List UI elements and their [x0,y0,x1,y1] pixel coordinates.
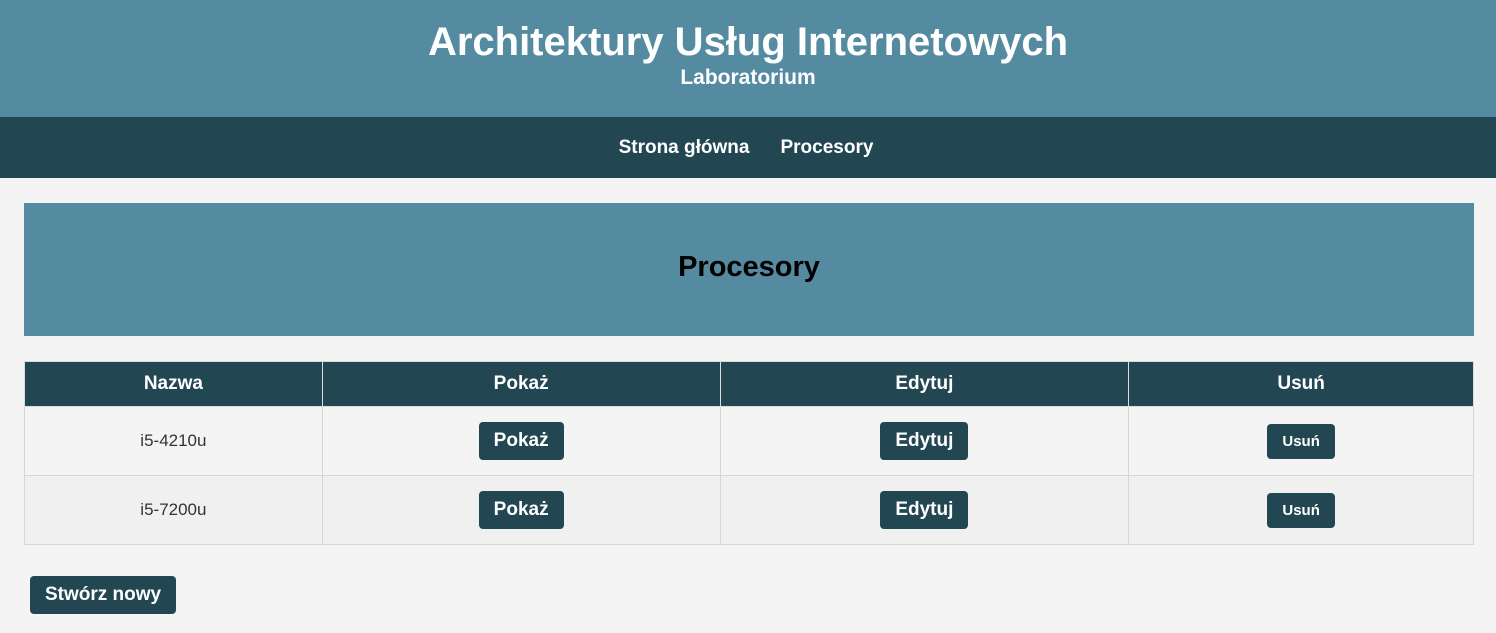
delete-cell: Usuń [1128,475,1474,545]
column-header-name: Nazwa [24,361,323,407]
site-header: Architektury Usług Internetowych Laborat… [0,0,1496,117]
edit-button[interactable]: Edytuj [880,491,969,529]
nav-link-processors[interactable]: Procesory [780,137,873,159]
processors-table: Nazwa Pokaż Edytuj Usuń i5-4210u Pokaż E… [24,361,1474,545]
edit-cell: Edytuj [719,406,1130,476]
page-title: Procesory [678,251,820,283]
show-cell: Pokaż [321,475,721,545]
nav-link-home[interactable]: Strona główna [619,137,750,159]
site-subtitle: Laboratorium [680,66,816,89]
table-row: i5-4210u Pokaż Edytuj Usuń [24,406,1474,476]
delete-button[interactable]: Usuń [1267,492,1335,528]
main-nav: Strona główna Procesory [0,117,1496,178]
show-cell: Pokaż [321,406,721,476]
table-row: i5-7200u Pokaż Edytuj Usuń [24,475,1474,545]
delete-cell: Usuń [1128,406,1474,476]
page-banner: Procesory [24,203,1474,336]
site-title: Architektury Usług Internetowych [427,20,1069,64]
create-new-button[interactable]: Stwórz nowy [30,576,177,614]
column-header-delete: Usuń [1128,361,1474,407]
show-button[interactable]: Pokaż [478,422,564,460]
edit-button[interactable]: Edytuj [880,422,969,460]
column-header-show: Pokaż [321,361,721,407]
column-header-edit: Edytuj [719,361,1130,407]
show-button[interactable]: Pokaż [478,491,564,529]
processor-name-cell: i5-4210u [24,406,323,476]
table-header-row: Nazwa Pokaż Edytuj Usuń [24,361,1474,407]
processor-name-cell: i5-7200u [24,475,323,545]
edit-cell: Edytuj [719,475,1130,545]
delete-button[interactable]: Usuń [1267,423,1335,459]
